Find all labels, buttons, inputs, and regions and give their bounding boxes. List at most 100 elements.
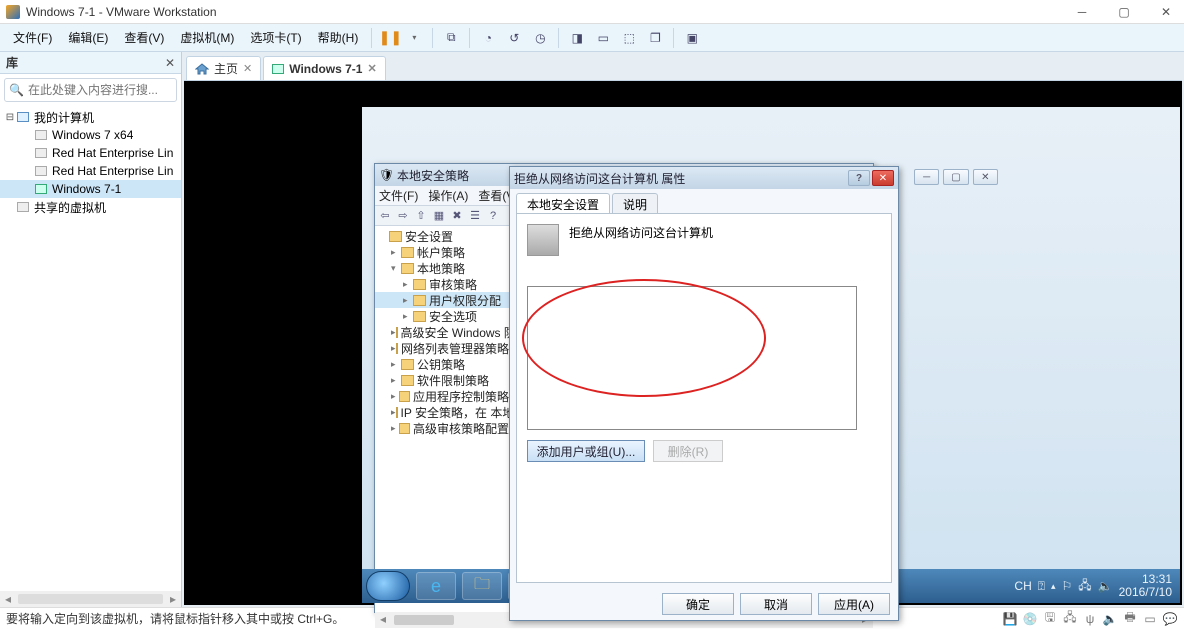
snapshot-manager-button[interactable]: ◷ <box>528 27 552 49</box>
multi-monitor-button[interactable]: ❐ <box>643 27 667 49</box>
add-user-button[interactable]: 添加用户或组(U)... <box>527 440 645 462</box>
single-window-button[interactable]: ▭ <box>591 27 615 49</box>
tab-close-icon[interactable]: ✕ <box>367 62 376 75</box>
secpol-tree-node[interactable]: ▸安全选项 <box>375 308 509 324</box>
tray-date: 2016/7/10 <box>1119 586 1172 599</box>
separator-icon <box>469 28 470 48</box>
secpol-menu-file[interactable]: 文件(F) <box>379 187 418 204</box>
cancel-button[interactable]: 取消 <box>740 593 812 615</box>
library-search[interactable]: 🔍 ▾ <box>4 78 177 102</box>
fullscreen-button[interactable]: ⬚ <box>617 27 641 49</box>
menu-vm[interactable]: 虚拟机(M) <box>173 26 241 49</box>
search-input[interactable] <box>28 83 183 97</box>
secpol-tree-root[interactable]: 安全设置 <box>375 228 509 244</box>
status-cd-icon[interactable]: 💿 <box>1022 612 1038 626</box>
library-pane: 库 ✕ 🔍 ▾ ⊟ 我的计算机 Windows 7 x64 R <box>0 52 182 607</box>
back-button[interactable]: ⇦ <box>377 208 393 224</box>
system-tray: CH ⍰ ▴ ⚐ 🖧 🔈 13:31 2016/7/10 <box>1006 573 1180 599</box>
maximize-button[interactable]: ▢ <box>1112 4 1136 20</box>
tab-home[interactable]: 主页 ✕ <box>186 56 261 80</box>
secpol-tree-node[interactable]: ▸软件限制策略 <box>375 372 509 388</box>
secpol-tree-node[interactable]: ▸高级审核策略配置 <box>375 420 509 436</box>
secpol-tree-node[interactable]: ▸高级安全 Windows 防 <box>375 324 509 340</box>
tray-clock[interactable]: 13:31 2016/7/10 <box>1119 573 1172 599</box>
pause-button[interactable]: ❚❚ <box>378 27 402 49</box>
status-printer-icon[interactable]: 🖶 <box>1122 612 1138 626</box>
status-sound-icon[interactable]: 🔈 <box>1102 612 1118 626</box>
menu-tabs[interactable]: 选项卡(T) <box>243 26 308 49</box>
start-button[interactable] <box>366 571 410 601</box>
status-usb-icon[interactable]: ψ <box>1082 612 1098 626</box>
snapshot-button[interactable]: ◔ <box>476 27 500 49</box>
status-display-icon[interactable]: ▭ <box>1142 612 1158 626</box>
dialog-help-button[interactable]: ? <box>848 170 870 186</box>
tray-lang[interactable]: CH <box>1014 579 1031 593</box>
tree-item[interactable]: Red Hat Enterprise Lin <box>0 162 181 180</box>
up-button[interactable]: ⇧ <box>413 208 429 224</box>
tree-shared[interactable]: 共享的虚拟机 <box>0 198 181 216</box>
vm-display[interactable]: ─ ▢ ✕ 🛡 本地安全策略 文件(F) 操作(A) 查看(V) <box>184 80 1182 605</box>
tab-close-icon[interactable]: ✕ <box>243 62 252 75</box>
tree-item[interactable]: Windows 7 x64 <box>0 126 181 144</box>
users-listbox[interactable] <box>527 286 857 430</box>
menu-edit[interactable]: 编辑(E) <box>61 26 115 49</box>
library-button[interactable]: ▣ <box>680 27 704 49</box>
revert-snapshot-button[interactable]: ↺ <box>502 27 526 49</box>
secpol-tree-node[interactable]: ▸公钥策略 <box>375 356 509 372</box>
tray-volume-icon[interactable]: 🔈 <box>1098 579 1113 593</box>
secpol-tree-node[interactable]: ▸IP 安全策略，在 本地 <box>375 404 509 420</box>
menu-help[interactable]: 帮助(H) <box>311 26 366 49</box>
power-dropdown[interactable]: ▾ <box>402 27 426 49</box>
tree-root[interactable]: ⊟ 我的计算机 <box>0 108 181 126</box>
menu-view[interactable]: 查看(V) <box>117 26 171 49</box>
secpol-menu-action[interactable]: 操作(A) <box>428 187 468 204</box>
dialog-titlebar[interactable]: 拒绝从网络访问这台计算机 属性 ? ✕ <box>510 167 898 189</box>
show-hide-button[interactable]: ▦ <box>431 208 447 224</box>
close-button[interactable]: ✕ <box>1154 4 1178 20</box>
folder-icon <box>399 391 410 402</box>
secpol-tree-node[interactable]: ▸审核策略 <box>375 276 509 292</box>
tray-network-icon[interactable]: 🖧 <box>1078 576 1091 597</box>
minimize-button[interactable]: ─ <box>1070 4 1094 20</box>
tree-item-active[interactable]: Windows 7-1 <box>0 180 181 198</box>
dialog-close-button[interactable]: ✕ <box>872 170 894 186</box>
lock-icon <box>389 231 402 242</box>
bg-minimize-button[interactable]: ─ <box>914 169 939 185</box>
taskbar-explorer[interactable]: 🗀 <box>462 572 502 600</box>
library-hscroll[interactable]: ◂▸ <box>0 591 181 607</box>
status-floppy-icon[interactable]: 🖫 <box>1042 612 1058 626</box>
tab-explanation[interactable]: 说明 <box>612 193 658 213</box>
tree-item[interactable]: Red Hat Enterprise Lin <box>0 144 181 162</box>
status-disk-icon[interactable]: 💾 <box>1002 612 1018 626</box>
bg-maximize-button[interactable]: ▢ <box>943 169 968 185</box>
secpol-tree-node[interactable]: ▸网络列表管理器策略 <box>375 340 509 356</box>
tray-expand-icon[interactable]: ▴ <box>1051 581 1056 592</box>
dialog-title: 拒绝从网络访问这台计算机 属性 <box>514 170 846 187</box>
secpol-tree-node[interactable]: ▾本地策略 <box>375 260 509 276</box>
send-ctrl-alt-del-button[interactable]: ⧉ <box>439 27 463 49</box>
secpol-tree-node[interactable]: ▸帐户策略 <box>375 244 509 260</box>
secpol-tree-node[interactable]: ▸应用程序控制策略 <box>375 388 509 404</box>
tray-flag-icon[interactable]: ⚐ <box>1062 579 1073 593</box>
tab-vm[interactable]: Windows 7-1 ✕ <box>263 56 385 80</box>
taskbar-ie[interactable]: e <box>416 572 456 600</box>
folder-icon <box>399 423 410 434</box>
bg-close-button[interactable]: ✕ <box>973 169 998 185</box>
properties-button[interactable]: ☰ <box>467 208 483 224</box>
folder-icon <box>396 343 398 354</box>
menu-file[interactable]: 文件(F) <box>6 26 59 49</box>
tray-help-icon[interactable]: ⍰ <box>1038 579 1045 594</box>
secpol-tree-node[interactable]: ▸用户权限分配 <box>375 292 509 308</box>
ok-button[interactable]: 确定 <box>662 593 734 615</box>
status-network-icon[interactable]: 🖧 <box>1062 612 1078 626</box>
tab-local-security-setting[interactable]: 本地安全设置 <box>516 193 610 213</box>
separator-icon <box>673 28 674 48</box>
apply-button[interactable]: 应用(A) <box>818 593 890 615</box>
help-button[interactable]: ? <box>485 208 501 224</box>
library-close-button[interactable]: ✕ <box>165 56 175 70</box>
delete-button[interactable]: ✖ <box>449 208 465 224</box>
status-message-icon[interactable]: 💬 <box>1162 612 1178 626</box>
unity-button[interactable]: ◨ <box>565 27 589 49</box>
policy-icon <box>527 224 559 256</box>
forward-button[interactable]: ⇨ <box>395 208 411 224</box>
